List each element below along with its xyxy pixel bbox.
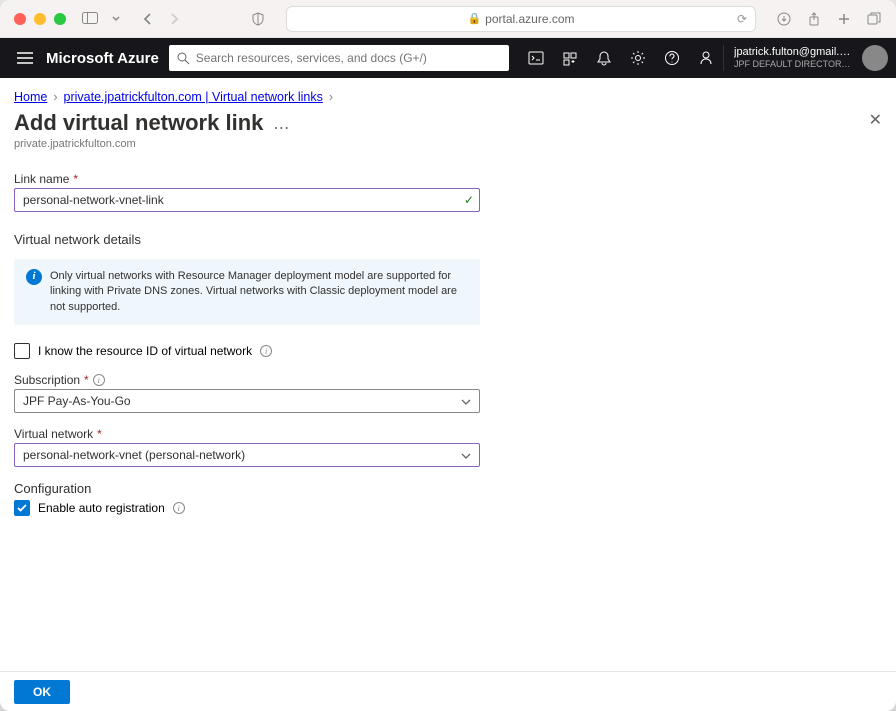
directories-icon[interactable] — [553, 38, 587, 78]
account-menu[interactable]: jpatrick.fulton@gmail.c… JPF DEFAULT DIR… — [723, 45, 896, 71]
brand-label[interactable]: Microsoft Azure — [46, 50, 159, 67]
footer: OK — [0, 671, 896, 711]
refresh-icon[interactable]: ⟳ — [737, 12, 747, 26]
form: Link name* ✓ Virtual network details i O… — [14, 172, 480, 516]
vnet-label: Virtual network* — [14, 427, 480, 441]
download-icon[interactable] — [776, 11, 792, 27]
browser-titlebar: 🔒 portal.azure.com ⟳ — [0, 0, 896, 38]
chevron-down-icon — [461, 394, 471, 408]
help-info-icon[interactable]: i — [173, 502, 185, 514]
dropdown-chevron-icon[interactable] — [108, 11, 124, 27]
search-input[interactable] — [196, 51, 501, 65]
settings-icon[interactable] — [621, 38, 655, 78]
search-box[interactable] — [169, 45, 509, 71]
maximize-window-button[interactable] — [54, 13, 66, 25]
shield-icon[interactable] — [250, 11, 266, 27]
vnet-select[interactable]: personal-network-vnet (personal-network) — [14, 443, 480, 467]
address-bar[interactable]: 🔒 portal.azure.com ⟳ — [286, 6, 756, 32]
sidebar-toggle-icon[interactable] — [82, 11, 98, 27]
help-info-icon[interactable]: i — [93, 374, 105, 386]
page-header: Add virtual network link private.jpatric… — [14, 110, 882, 150]
cloud-shell-icon[interactable] — [519, 38, 553, 78]
minimize-window-button[interactable] — [34, 13, 46, 25]
ok-button[interactable]: OK — [14, 680, 70, 704]
chevron-down-icon — [461, 448, 471, 462]
lock-icon: 🔒 — [467, 12, 481, 25]
page-title: Add virtual network link — [14, 110, 263, 136]
page-content: Home › private.jpatrickfulton.com | Virt… — [0, 78, 896, 671]
subscription-label: Subscription* i — [14, 373, 480, 387]
close-blade-button[interactable]: ✕ — [869, 110, 882, 130]
know-resource-id-label: I know the resource ID of virtual networ… — [38, 344, 252, 358]
page-subtitle: private.jpatrickfulton.com — [14, 138, 263, 150]
more-actions-icon[interactable]: ⋯ — [273, 118, 289, 138]
know-resource-id-checkbox[interactable] — [14, 343, 30, 359]
account-directory: JPF DEFAULT DIRECTORY (JPATR… — [734, 59, 854, 70]
subscription-select[interactable]: JPF Pay-As-You-Go — [14, 389, 480, 413]
azure-top-nav: Microsoft Azure jpatrick.fulton@gmail.c…… — [0, 38, 896, 78]
account-email: jpatrick.fulton@gmail.c… — [734, 46, 854, 59]
window-controls — [14, 13, 66, 25]
configuration-title: Configuration — [14, 481, 480, 496]
vnet-details-title: Virtual network details — [14, 232, 480, 247]
search-icon — [177, 52, 190, 65]
breadcrumb-parent[interactable]: private.jpatrickfulton.com | Virtual net… — [64, 90, 323, 104]
new-tab-icon[interactable] — [836, 11, 852, 27]
auto-registration-checkbox[interactable] — [14, 500, 30, 516]
back-button[interactable] — [140, 11, 156, 27]
auto-registration-label: Enable auto registration — [38, 501, 165, 515]
avatar — [862, 45, 888, 71]
menu-button[interactable] — [10, 52, 40, 64]
valid-check-icon: ✓ — [464, 193, 474, 207]
help-info-icon[interactable]: i — [260, 345, 272, 357]
notifications-icon[interactable] — [587, 38, 621, 78]
share-icon[interactable] — [806, 11, 822, 27]
help-icon[interactable] — [655, 38, 689, 78]
info-text: Only virtual networks with Resource Mana… — [50, 269, 468, 315]
url-text: portal.azure.com — [485, 12, 574, 26]
chevron-right-icon: › — [53, 90, 57, 104]
tabs-icon[interactable] — [866, 11, 882, 27]
link-name-label: Link name* — [14, 172, 480, 186]
topnav-icons — [519, 38, 723, 78]
close-window-button[interactable] — [14, 13, 26, 25]
browser-window: 🔒 portal.azure.com ⟳ Microsoft Azure — [0, 0, 896, 711]
forward-button[interactable] — [166, 11, 182, 27]
breadcrumb-home[interactable]: Home — [14, 90, 47, 104]
feedback-icon[interactable] — [689, 38, 723, 78]
info-icon: i — [26, 269, 42, 285]
chevron-right-icon: › — [329, 90, 333, 104]
info-message: i Only virtual networks with Resource Ma… — [14, 259, 480, 325]
breadcrumb: Home › private.jpatrickfulton.com | Virt… — [14, 90, 882, 104]
link-name-input[interactable] — [14, 188, 480, 212]
